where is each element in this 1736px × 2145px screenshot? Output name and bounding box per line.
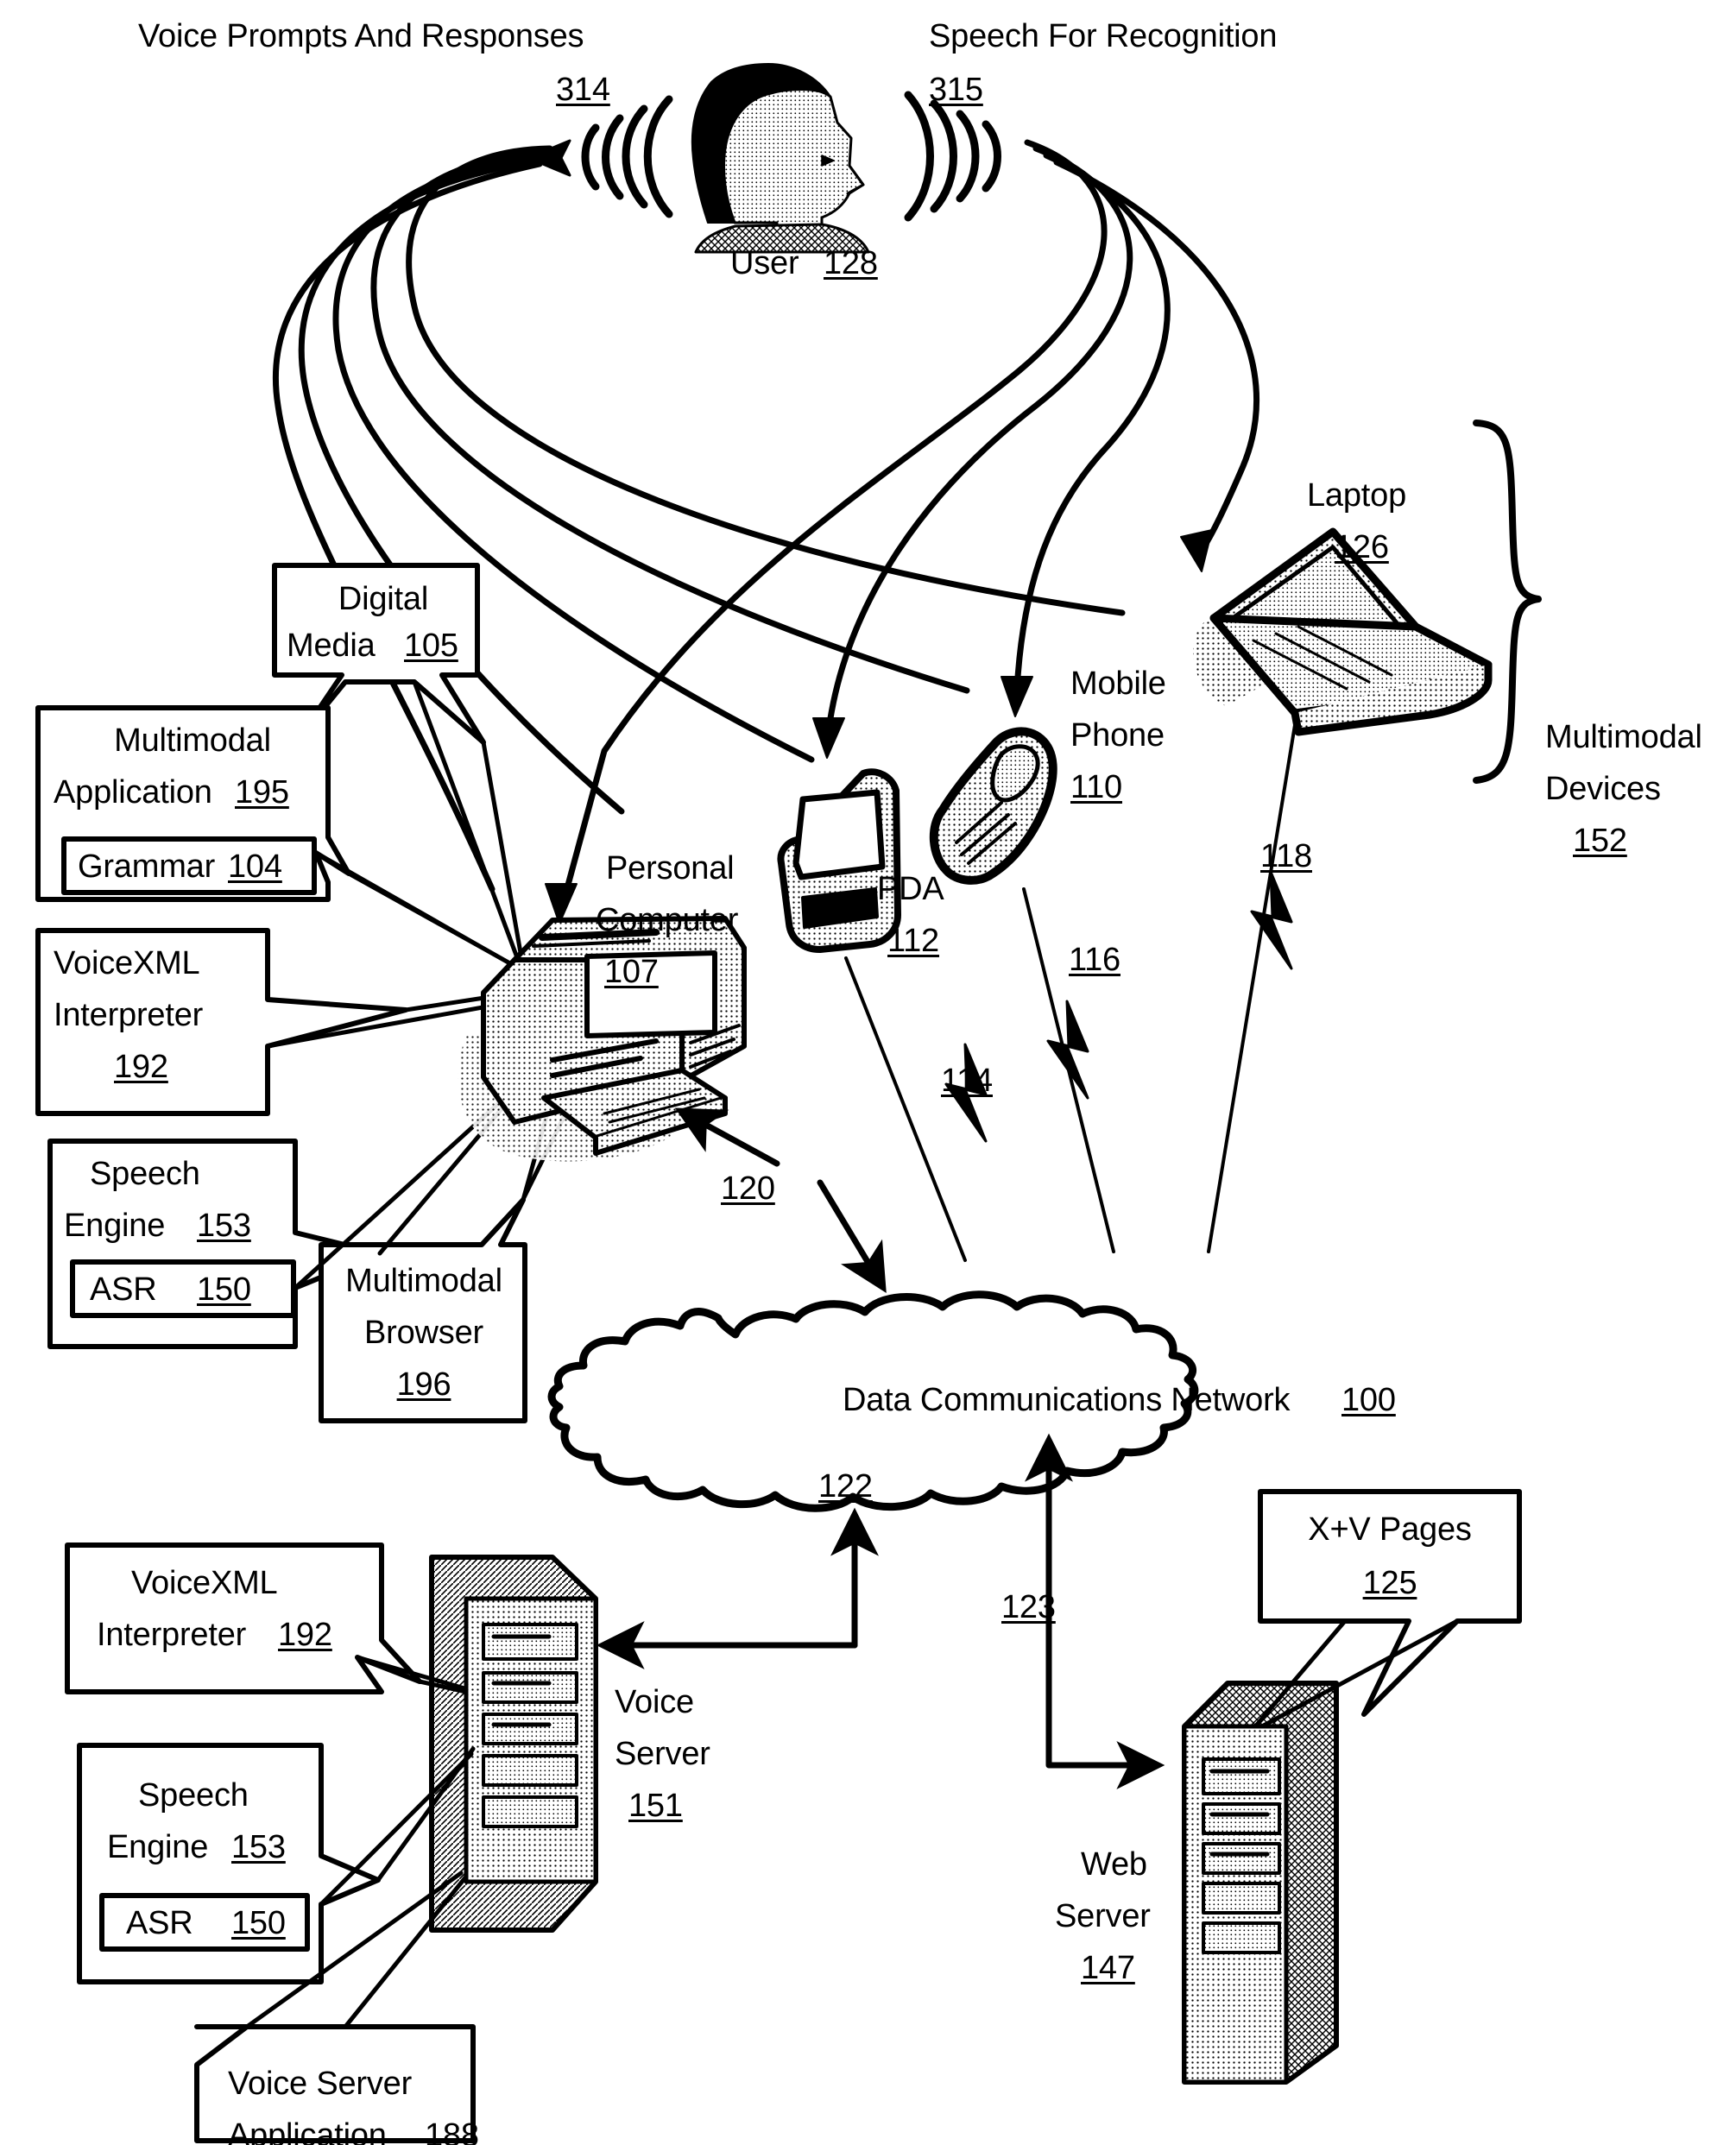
speech-engine-server-line2: Engine [107,1829,209,1865]
laptop-label: Laptop [1307,477,1407,514]
speech-engine-client-numeral: 153 [197,1208,251,1244]
voice-prompts-numeral: 314 [556,72,610,108]
web-server-numeral: 147 [1081,1950,1135,1986]
link-numeral-123: 123 [1001,1589,1056,1625]
asr-client-label: ASR [90,1271,157,1308]
arrow-to-laptop [1180,529,1213,572]
multimodal-devices-line1: Multimodal [1545,719,1702,755]
web-server-line1: Web [1081,1846,1147,1883]
multimodal-browser-line1: Multimodal [345,1263,502,1299]
user-head-illustration [691,63,870,254]
link-numeral-114: 114 [941,1063,993,1099]
speech-engine-server-numeral: 153 [231,1829,286,1865]
link-numeral-118: 118 [1260,838,1312,874]
network-cloud-label: Data Communications Network [843,1382,1291,1418]
link-123-to-web-server [1045,1503,1165,1789]
asr-server-numeral: 150 [231,1905,286,1941]
voice-server-numeral: 151 [628,1788,683,1824]
user-numeral: 128 [824,245,878,281]
digital-media-line2: Media [287,628,376,664]
web-server-line2: Server [1055,1898,1151,1934]
voicexml-interpreter-client-line2: Interpreter [54,997,204,1033]
asr-client-numeral: 150 [197,1271,251,1308]
speech-for-recognition-numeral: 315 [929,72,983,108]
voice-server-application-numeral: 188 [425,2117,479,2145]
mobile-phone-illustration [929,727,1057,885]
multimodal-browser-line2: Browser [364,1315,483,1351]
voicexml-interpreter-client-numeral: 192 [114,1049,168,1085]
link-numeral-120: 120 [721,1170,775,1207]
pda-illustration [777,768,901,953]
grammar-numeral: 104 [228,849,282,885]
voice-server-application-line2: Application [228,2117,387,2145]
link-120-to-keyboard [674,1107,780,1167]
digital-media-line1: Digital [338,581,429,617]
speech-recognition-flow-lines [561,139,1260,901]
multimodal-browser-numeral: 196 [396,1366,451,1403]
mobile-phone-line1: Mobile [1070,666,1166,702]
personal-computer-line1: Personal [606,850,735,886]
personal-computer-line2: Computer [596,902,739,938]
asr-server-label: ASR [126,1905,193,1941]
multimodal-application-line2: Application [54,774,212,811]
speech-engine-client-line1: Speech [90,1156,200,1192]
personal-computer-numeral: 107 [604,954,659,990]
multimodal-application-line1: Multimodal [114,722,271,759]
mobile-phone-line2: Phone [1070,717,1165,754]
voice-prompts-label: Voice Prompts And Responses [138,18,584,54]
voice-server-application-line1: Voice Server [228,2066,413,2102]
xv-pages-label: X+V Pages [1308,1511,1472,1548]
multimodal-devices-line2: Devices [1545,771,1661,807]
arrow-to-mobile-phone [1001,676,1033,717]
arrow-to-pda [812,717,845,759]
multimodal-application-numeral: 195 [235,774,289,811]
xv-pages-numeral: 125 [1362,1565,1417,1601]
voicexml-interpreter-server-line1: VoiceXML [131,1565,278,1601]
link-numeral-116: 116 [1069,942,1121,978]
voice-prompt-sound-waves [581,95,673,218]
pda-label: PDA [877,871,944,907]
patent-figure-sheet: Voice Prompts And Responses 314 Speech F… [0,0,1736,2145]
pda-numeral: 112 [887,923,939,959]
voice-server-line1: Voice [615,1684,694,1720]
network-cloud-numeral: 100 [1341,1382,1396,1418]
figure-artwork [35,63,1542,2143]
callout-leader-lines-web-server [1254,1618,1460,1729]
digital-media-numeral: 105 [404,628,458,664]
link-120-to-cloud [817,1179,887,1294]
speech-engine-server-line1: Speech [138,1777,249,1814]
speech-engine-client-line2: Engine [64,1208,166,1244]
voicexml-interpreter-server-line2: Interpreter [97,1617,247,1653]
web-server-illustration [1182,1681,1339,2085]
grammar-label: Grammar [78,849,216,885]
link-numeral-122: 122 [818,1468,873,1505]
multimodal-devices-brace [1473,420,1542,784]
mobile-phone-numeral: 110 [1070,769,1122,805]
multimodal-devices-numeral: 152 [1573,823,1627,859]
voicexml-interpreter-client-line1: VoiceXML [54,945,200,981]
voicexml-interpreter-server-numeral: 192 [278,1617,332,1653]
speech-for-recognition-label: Speech For Recognition [929,18,1278,54]
laptop-numeral: 126 [1335,529,1389,565]
voice-server-line2: Server [615,1736,710,1772]
speech-recognition-sound-waves [904,91,1001,222]
user-label: User [730,245,799,281]
